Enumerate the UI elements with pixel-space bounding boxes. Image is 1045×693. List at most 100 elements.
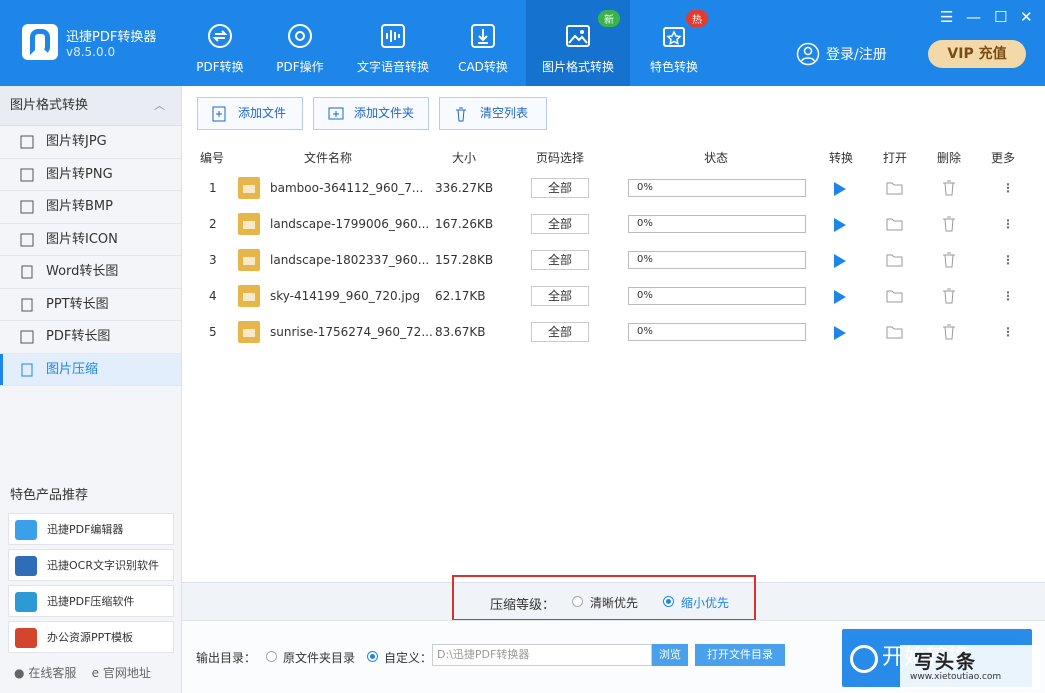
sidebar-item-to-jpg[interactable]: 图片转JPG <box>0 126 181 159</box>
more-icon[interactable]: ⋮ <box>1002 314 1014 350</box>
image-thumbnail-icon <box>238 285 260 307</box>
sidebar-item-label: 图片转ICON <box>46 231 118 247</box>
play-icon[interactable] <box>834 182 846 196</box>
page-select-button[interactable]: 全部 <box>531 178 589 198</box>
pdf-compress-icon <box>15 592 37 612</box>
image-thumbnail-icon <box>238 321 260 343</box>
trash-icon[interactable] <box>942 252 956 268</box>
sidebar-title: 图片格式转换 <box>10 98 89 113</box>
browse-button[interactable]: 浏览 <box>652 644 688 666</box>
radio-size-first[interactable] <box>663 596 674 607</box>
trash-icon[interactable] <box>942 288 956 304</box>
table-row[interactable]: 2 landscape-1799006_960... 167.26KB 全部 0… <box>192 206 1032 242</box>
progress-bar: 0% <box>628 287 806 305</box>
star-swap-icon <box>663 27 685 47</box>
sidebar-item-label: 图片转JPG <box>46 134 107 149</box>
sidebar-item-to-bmp[interactable]: 图片转BMP <box>0 191 181 224</box>
menu-icon[interactable]: ☰ <box>940 8 953 26</box>
nav-special-convert[interactable]: 特色转换 热 <box>638 0 710 86</box>
folder-open-icon[interactable] <box>886 324 904 340</box>
more-icon[interactable]: ⋮ <box>1002 170 1014 206</box>
online-service-link[interactable]: 在线客服 <box>28 666 76 680</box>
image-file-icon <box>20 200 34 214</box>
recommend-pdf-editor[interactable]: 迅捷PDF编辑器 <box>8 513 174 545</box>
table-row[interactable]: 4 sky-414199_960_720.jpg 62.17KB 全部 0% ⋮ <box>192 278 1032 314</box>
login-label: 登录/注册 <box>826 47 887 63</box>
more-icon[interactable]: ⋮ <box>1002 278 1014 314</box>
main-panel: 添加文件 添加文件夹 清空列表 编号 文件名称 大小 页码选择 状态 转换 打开… <box>182 86 1045 693</box>
table-row[interactable]: 3 landscape-1802337_960... 157.28KB 全部 0… <box>192 242 1032 278</box>
sidebar-header[interactable]: 图片格式转换 ︿ <box>0 86 181 126</box>
clear-list-label: 清空列表 <box>480 106 529 120</box>
nav-pdf-operate[interactable]: PDF操作 <box>264 0 336 86</box>
nav-text-speech[interactable]: 文字语音转换 <box>348 0 438 86</box>
sidebar-item-word-long[interactable]: Word转长图 <box>0 256 181 289</box>
nav-image-format[interactable]: 图片格式转换 新 <box>526 0 630 86</box>
add-folder-label: 添加文件夹 <box>354 106 415 120</box>
minimize-icon[interactable]: — <box>966 8 981 26</box>
open-dir-button[interactable]: 打开文件目录 <box>695 644 785 666</box>
folder-open-icon[interactable] <box>886 180 904 196</box>
row-num: 3 <box>209 253 217 267</box>
play-icon[interactable] <box>834 218 846 232</box>
compress-level-label: 压缩等级： <box>490 598 556 613</box>
nav-label: PDF转换 <box>196 60 244 74</box>
play-icon[interactable] <box>834 254 846 268</box>
clear-list-button[interactable]: 清空列表 <box>439 97 547 130</box>
globe-icon: e <box>91 666 99 680</box>
trash-icon[interactable] <box>942 216 956 232</box>
folder-open-icon[interactable] <box>886 252 904 268</box>
sidebar-item-to-png[interactable]: 图片转PNG <box>0 159 181 191</box>
ocr-icon <box>15 556 37 576</box>
nav-cad-convert[interactable]: CAD转换 <box>448 0 518 86</box>
more-icon[interactable]: ⋮ <box>1002 206 1014 242</box>
progress-bar: 0% <box>628 179 806 197</box>
hot-badge: 热 <box>686 10 708 27</box>
compress-level-bar: 压缩等级： 清晰优先 缩小优先 <box>182 575 1045 621</box>
sidebar-item-image-compress[interactable]: 图片压缩 <box>0 353 181 386</box>
recommend-ppt-template[interactable]: 办公资源PPT模板 <box>8 621 174 653</box>
table-header: 编号 文件名称 大小 页码选择 状态 转换 打开 删除 更多 <box>192 146 1032 168</box>
page-select-button[interactable]: 全部 <box>531 214 589 234</box>
recommend-pdf-compress[interactable]: 迅捷PDF压缩软件 <box>8 585 174 617</box>
footer-links: ● 在线客服 e 官网地址 <box>14 664 151 681</box>
play-icon[interactable] <box>834 290 846 304</box>
nav-pdf-convert[interactable]: PDF转换 <box>184 0 256 86</box>
row-num: 2 <box>209 217 217 231</box>
website-link[interactable]: 官网地址 <box>103 666 151 680</box>
title-bar: 迅捷PDF转换器 v8.5.0.0 PDF转换 PDF操作 文字语音转换 CAD… <box>0 0 1045 86</box>
radio-custom-dir[interactable] <box>367 651 378 662</box>
vip-recharge-button[interactable]: VIP 充值 <box>928 40 1026 68</box>
header-pages: 页码选择 <box>536 151 585 165</box>
document-icon <box>21 298 33 311</box>
header-status: 状态 <box>704 151 729 165</box>
add-file-button[interactable]: 添加文件 <box>197 97 303 130</box>
output-path-input[interactable]: D:\迅捷PDF转换器 <box>432 644 652 666</box>
user-icon <box>796 42 820 66</box>
play-icon[interactable] <box>834 326 846 340</box>
sidebar-item-pdf-long[interactable]: PDF转长图 <box>0 321 181 354</box>
sidebar-item-ppt-long[interactable]: PPT转长图 <box>0 289 181 321</box>
page-select-button[interactable]: 全部 <box>531 250 589 270</box>
folder-open-icon[interactable] <box>886 288 904 304</box>
progress-bar: 0% <box>628 251 806 269</box>
maximize-icon[interactable]: ☐ <box>994 8 1007 26</box>
trash-icon[interactable] <box>942 324 956 340</box>
page-select-button[interactable]: 全部 <box>531 286 589 306</box>
radio-clarity-first[interactable] <box>572 596 583 607</box>
add-folder-button[interactable]: 添加文件夹 <box>313 97 429 130</box>
nav-label: 图片格式转换 <box>541 60 614 74</box>
sidebar-item-to-icon[interactable]: 图片转ICON <box>0 224 181 256</box>
headset-icon: ● <box>14 666 25 680</box>
ppt-template-icon <box>15 628 37 648</box>
trash-icon[interactable] <box>942 180 956 196</box>
more-icon[interactable]: ⋮ <box>1002 242 1014 278</box>
table-row[interactable]: 1 bamboo-364112_960_7... 336.27KB 全部 0% … <box>192 170 1032 206</box>
table-row[interactable]: 5 sunrise-1756274_960_72... 83.67KB 全部 0… <box>192 314 1032 350</box>
page-select-button[interactable]: 全部 <box>531 322 589 342</box>
header-delete: 删除 <box>937 151 962 165</box>
folder-open-icon[interactable] <box>886 216 904 232</box>
recommend-ocr[interactable]: 迅捷OCR文字识别软件 <box>8 549 174 581</box>
radio-original-dir[interactable] <box>266 651 277 662</box>
close-icon[interactable]: ✕ <box>1020 8 1033 26</box>
